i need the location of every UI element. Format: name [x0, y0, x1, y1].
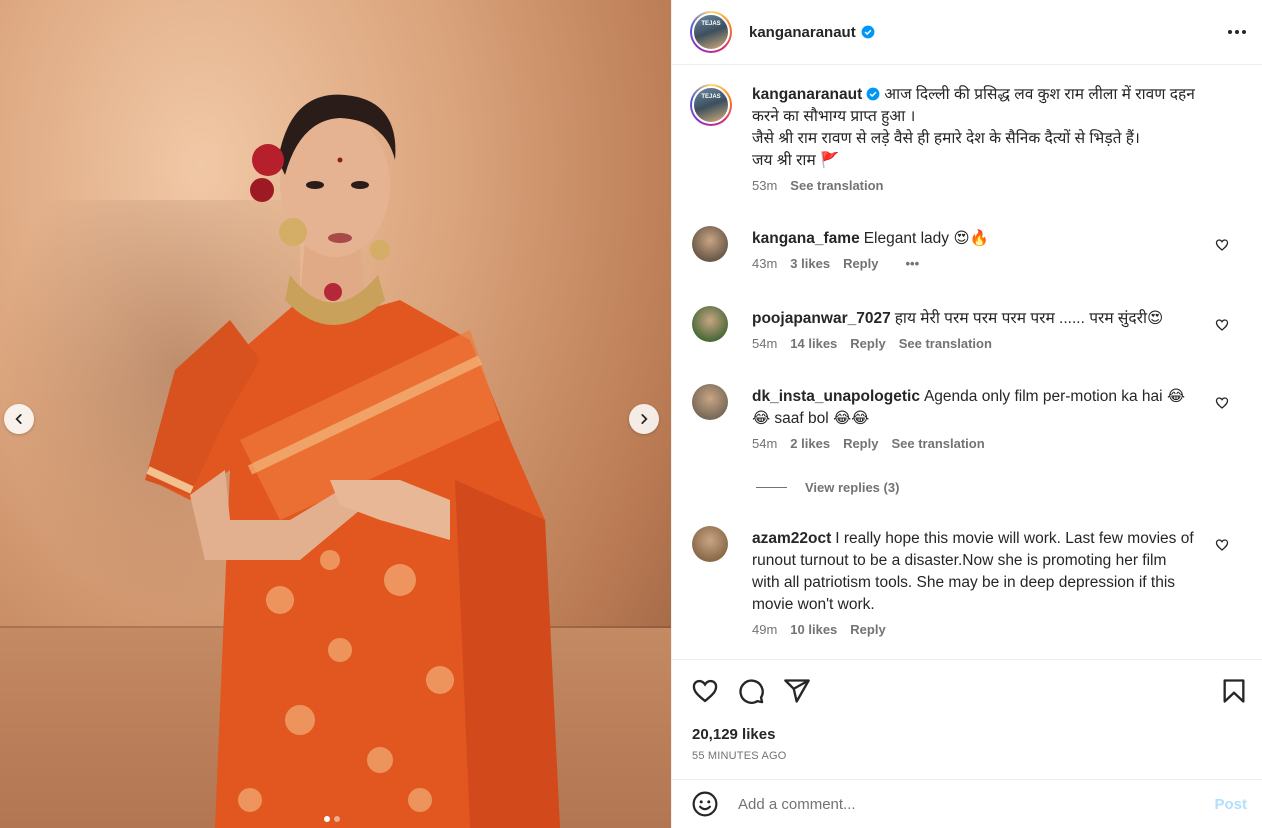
- comments-section: TEJAS kanganaranaut आज दिल्ली की प्रसिद्ध…: [672, 66, 1262, 658]
- comment-likes[interactable]: 3 likes: [790, 256, 830, 271]
- emoji-icon[interactable]: [692, 791, 718, 817]
- comment-meta: 54m 14 likes Reply See translation: [752, 336, 1197, 351]
- carousel-next-button[interactable]: [629, 404, 659, 434]
- comment-body: poojapanwar_7027 हाय मेरी परम परम परम परम…: [752, 308, 1197, 351]
- avatar-text: TEJAS: [701, 94, 721, 100]
- action-bar: [691, 677, 1248, 705]
- comment-likes[interactable]: 10 likes: [790, 622, 837, 637]
- caption-time: 53m: [752, 178, 778, 193]
- comment-meta: 49m 10 likes Reply: [752, 622, 1197, 637]
- comment-avatar[interactable]: [692, 226, 728, 262]
- author-avatar[interactable]: TEJAS: [690, 11, 732, 53]
- carousel-indicator: [324, 816, 340, 822]
- verified-badge-icon: [866, 87, 880, 101]
- comment-text: हाय मेरी परम परम परम परम ...... परम सुंद…: [894, 310, 1164, 327]
- comment-text-container: azam22oct I really hope this movie will w…: [752, 528, 1197, 616]
- carousel-dot: [334, 816, 340, 822]
- comment-meta: 43m 3 likes Reply •••: [752, 256, 1197, 271]
- comment-body: kangana_fame Elegant lady 😍🔥 43m 3 likes Rep…: [752, 228, 1197, 271]
- chevron-left-icon: [15, 414, 22, 424]
- more-options-icon[interactable]: [1228, 30, 1246, 34]
- comment-avatar[interactable]: [692, 306, 728, 342]
- caption-block: TEJAS kanganaranaut आज दिल्ली की प्रसिद्ध…: [690, 84, 1250, 193]
- see-translation-link[interactable]: See translation: [790, 178, 883, 193]
- comment-text-container: dk_insta_unapologetic Agenda only film pe…: [752, 386, 1197, 430]
- see-translation-link[interactable]: See translation: [899, 336, 992, 351]
- caption-username[interactable]: kanganaranaut: [752, 86, 862, 103]
- reply-button[interactable]: Reply: [843, 436, 878, 451]
- comment-likes[interactable]: 2 likes: [790, 436, 830, 451]
- comment-icon[interactable]: [737, 677, 765, 705]
- comment-item: kangana_fame Elegant lady 😍🔥 43m 3 likes Rep…: [692, 226, 1237, 271]
- comment-item: dk_insta_unapologetic Agenda only film pe…: [692, 384, 1237, 451]
- view-replies-button[interactable]: View replies (3): [756, 480, 899, 495]
- carousel-dot: [324, 816, 330, 822]
- share-icon[interactable]: [783, 677, 811, 705]
- view-replies-label: View replies (3): [805, 480, 900, 495]
- comment-time[interactable]: 54m: [752, 436, 777, 451]
- bookmark-icon[interactable]: [1220, 677, 1248, 705]
- comment-username[interactable]: azam22oct: [752, 530, 831, 547]
- see-translation-link[interactable]: See translation: [891, 436, 984, 451]
- add-comment-input[interactable]: [738, 795, 1215, 813]
- reply-button[interactable]: Reply: [850, 622, 885, 637]
- comment-body: azam22oct I really hope this movie will w…: [752, 528, 1197, 637]
- verified-badge-icon: [861, 25, 875, 39]
- comment-avatar[interactable]: [692, 384, 728, 420]
- post-media[interactable]: [0, 0, 671, 828]
- comment-item: azam22oct I really hope this movie will w…: [692, 526, 1237, 637]
- comment-body: dk_insta_unapologetic Agenda only film pe…: [752, 386, 1197, 451]
- comment-avatar[interactable]: [692, 526, 728, 562]
- comment-item: poojapanwar_7027 हाय मेरी परम परम परम परम…: [692, 306, 1237, 351]
- post-panel: TEJAS kanganaranaut TEJAS kanganaranaut आ…: [671, 0, 1262, 828]
- comment-time[interactable]: 54m: [752, 336, 777, 351]
- caption-meta: 53m See translation: [752, 178, 1222, 193]
- comment-text: Elegant lady 😍🔥: [863, 230, 989, 247]
- avatar-text: TEJAS: [701, 21, 721, 27]
- comment-like-icon[interactable]: [1215, 538, 1229, 552]
- caption-avatar[interactable]: TEJAS: [690, 84, 732, 126]
- likes-count[interactable]: 20,129 likes: [692, 726, 775, 743]
- portrait-figure: [145, 94, 560, 828]
- carousel-prev-button[interactable]: [4, 404, 34, 434]
- comment-text-container: kangana_fame Elegant lady 😍🔥: [752, 228, 1197, 250]
- comment-likes[interactable]: 14 likes: [790, 336, 837, 351]
- post-time-ago[interactable]: 55 MINUTES AGO: [692, 750, 787, 762]
- comment-meta: 54m 2 likes Reply See translation: [752, 436, 1197, 451]
- actions-section: 20,129 likes 55 MINUTES AGO: [672, 659, 1262, 779]
- comment-more-icon[interactable]: •••: [905, 256, 919, 271]
- comment-username[interactable]: kangana_fame: [752, 230, 860, 247]
- chevron-right-icon: [641, 414, 648, 424]
- comment-like-icon[interactable]: [1215, 396, 1229, 410]
- replies-divider: [756, 487, 787, 488]
- post-comment-button[interactable]: Post: [1214, 796, 1247, 813]
- post-header: TEJAS kanganaranaut: [672, 0, 1262, 65]
- comment-like-icon[interactable]: [1215, 238, 1229, 252]
- reply-button[interactable]: Reply: [843, 256, 878, 271]
- reply-button[interactable]: Reply: [850, 336, 885, 351]
- heart-icon[interactable]: [691, 677, 719, 705]
- add-comment-bar: Post: [672, 779, 1262, 828]
- comment-text-container: poojapanwar_7027 हाय मेरी परम परम परम परम…: [752, 308, 1197, 330]
- author-username[interactable]: kanganaranaut: [749, 24, 856, 41]
- caption-text-container: kanganaranaut आज दिल्ली की प्रसिद्ध लव कु…: [752, 84, 1222, 172]
- comment-time[interactable]: 49m: [752, 622, 777, 637]
- comment-like-icon[interactable]: [1215, 318, 1229, 332]
- comment-username[interactable]: dk_insta_unapologetic: [752, 388, 920, 405]
- comment-time[interactable]: 43m: [752, 256, 777, 271]
- comment-username[interactable]: poojapanwar_7027: [752, 310, 891, 327]
